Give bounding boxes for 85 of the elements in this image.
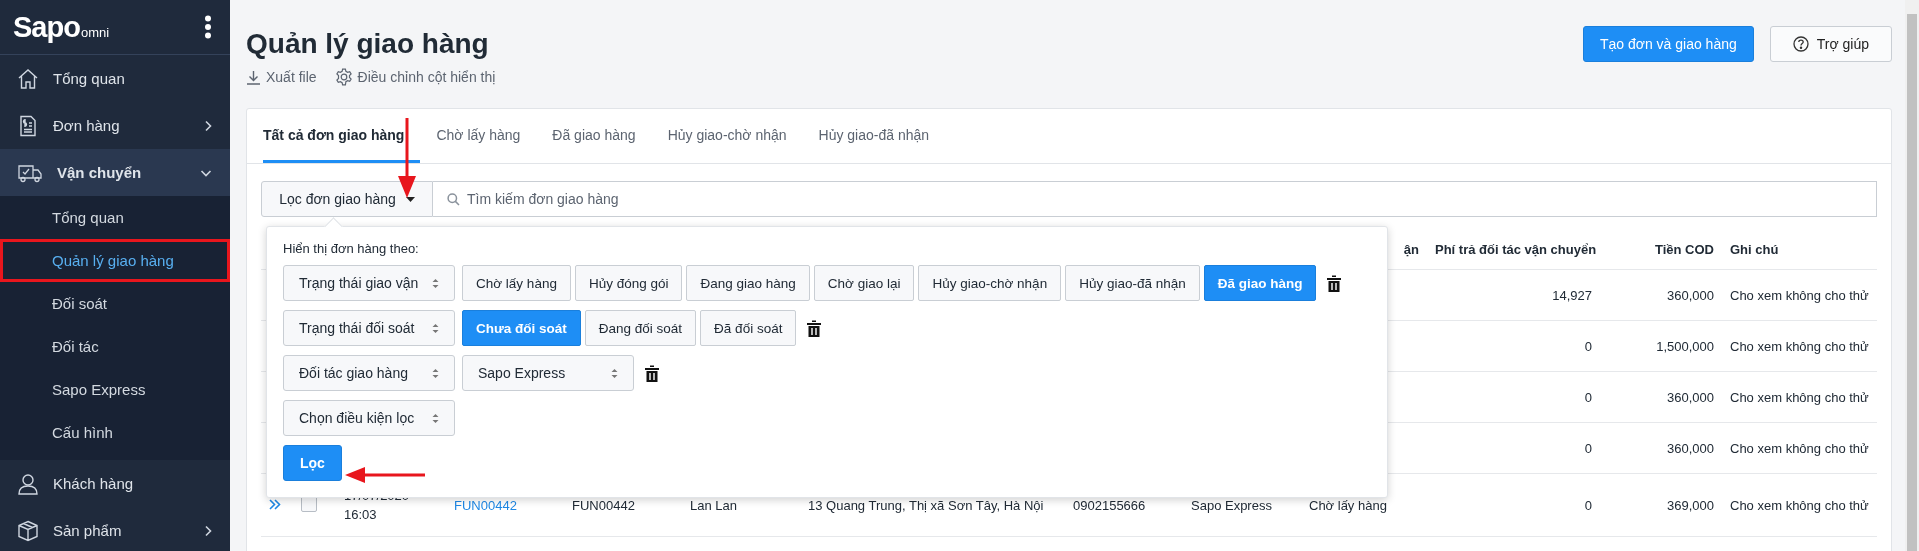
sort-arrows-icon	[611, 367, 618, 379]
filter-chip[interactable]: Chờ lấy hàng	[462, 265, 571, 301]
filter-chip[interactable]: Hủy đóng gói	[574, 265, 683, 301]
table-cell: Cho xem không cho thử	[1730, 497, 1869, 513]
table-cell: 0	[1584, 389, 1592, 405]
user-icon	[17, 472, 39, 495]
table-cell: 360,000	[1667, 389, 1714, 405]
table-cell: Lan Lan	[690, 497, 737, 513]
chevron-down-icon	[200, 168, 212, 177]
condition-select[interactable]: Trạng thái giao vận	[283, 265, 455, 301]
expand-icon[interactable]	[269, 498, 281, 510]
column-header: Ghi chú	[1730, 241, 1779, 257]
nav-item[interactable]: Tổng quan	[0, 55, 230, 102]
table-cell: Sapo Express	[1191, 497, 1272, 513]
popup-heading: Hiển thị đơn hàng theo:	[283, 241, 420, 256]
tab[interactable]: Chờ lấy hàng	[436, 109, 537, 163]
table-cell: 369,000	[1667, 497, 1714, 513]
sort-arrows-icon	[432, 277, 439, 289]
table-cell: Cho xem không cho thử	[1730, 338, 1869, 354]
table-cell: Chờ lấy hàng	[1309, 497, 1387, 513]
trash-icon[interactable]	[645, 364, 659, 382]
filter-chip[interactable]: Đã đối soát	[700, 310, 797, 346]
tab[interactable]: Hủy giao-chờ nhận	[667, 109, 803, 163]
caret-icon	[405, 196, 415, 202]
column-header: Phí trả đối tác vận chuyển	[1435, 241, 1597, 257]
table-cell: 0902155666	[1073, 497, 1146, 513]
chevron-right-icon	[204, 524, 212, 537]
nav-item[interactable]: Vận chuyển	[0, 149, 230, 196]
column-header: ận	[1403, 241, 1419, 257]
table-cell: 360,000	[1667, 440, 1714, 456]
nav-item[interactable]: Khách hàng	[0, 460, 230, 507]
filter-chip[interactable]: Chờ giao lại	[813, 265, 915, 301]
tab[interactable]: Hủy giao-đã nhận	[818, 109, 946, 163]
condition-select[interactable]: Đối tác giao hàng	[283, 355, 455, 391]
box-icon	[17, 519, 39, 542]
filter-chip[interactable]: Hủy giao-đã nhận	[1065, 265, 1200, 301]
toolbar-link[interactable]: Điều chỉnh cột hiển thị	[334, 68, 496, 86]
more-icon[interactable]	[204, 15, 212, 39]
trash-icon[interactable]	[807, 319, 822, 337]
condition-select[interactable]: Chọn điều kiện lọc	[283, 400, 455, 436]
table-cell: 0	[1584, 440, 1592, 456]
trash-icon[interactable]	[1327, 274, 1342, 292]
nav-item[interactable]: Đơn hàng	[0, 102, 230, 149]
nav-subitem[interactable]: Tổng quan	[0, 196, 230, 239]
filter-dropdown[interactable]: Lọc đơn giao hàng	[261, 181, 433, 217]
chevron-right-icon	[204, 119, 212, 132]
invoice-icon	[17, 114, 39, 137]
help-icon	[1792, 36, 1809, 52]
table-cell: 360,000	[1667, 287, 1714, 303]
nav-subitem[interactable]: Quản lý giao hàng	[0, 239, 230, 282]
column-header: Tiền COD	[1655, 241, 1714, 257]
filter-chip[interactable]: Hủy giao-chờ nhận	[918, 265, 1062, 301]
table-cell: 0	[1584, 338, 1592, 354]
sort-arrows-icon	[432, 367, 439, 379]
filter-chip[interactable]: Đang giao hàng	[686, 265, 810, 301]
table-cell: Cho xem không cho thử	[1730, 389, 1869, 405]
nav-item[interactable]: Sản phẩm	[0, 507, 230, 551]
logo[interactable]: Sapoomni	[13, 10, 110, 44]
table-cell: Cho xem không cho thử	[1730, 287, 1869, 303]
nav-subitem[interactable]: Đối soát	[0, 282, 230, 325]
sort-arrows-icon	[432, 412, 439, 424]
download-icon	[246, 69, 261, 85]
table-cell: 1,500,000	[1656, 338, 1714, 354]
filter-chip[interactable]: Đang đối soát	[584, 310, 697, 346]
value-select[interactable]: Sapo Express	[462, 355, 634, 391]
table-cell: Cho xem không cho thử	[1730, 440, 1869, 456]
search-field[interactable]: Tìm kiếm đơn giao hàng	[433, 181, 1877, 217]
home-icon	[17, 67, 39, 90]
settings-icon	[334, 68, 353, 86]
condition-select[interactable]: Trạng thái đối soát	[283, 310, 455, 346]
table-cell: FUN00442	[572, 497, 635, 513]
table-cell: 14,927	[1552, 287, 1592, 303]
table-cell: 0	[1584, 497, 1592, 513]
help-button[interactable]: Trợ giúp	[1769, 26, 1892, 62]
tab[interactable]: Đã giao hàng	[552, 109, 652, 163]
tab[interactable]: Tất cả đơn giao hàng	[263, 109, 421, 163]
nav-subitem[interactable]: Đối tác	[0, 325, 230, 368]
page-title: Quản lý giao hàng	[246, 28, 490, 60]
sort-arrows-icon	[432, 322, 439, 334]
scrollbar[interactable]	[1905, 0, 1919, 551]
nav-subitem[interactable]: Cấu hình	[0, 411, 230, 454]
nav-subitem[interactable]: Sapo Express	[0, 368, 230, 411]
order-link[interactable]: FUN00442	[454, 497, 517, 513]
table-cell: 13 Quang Trung, Thị xã Sơn Tây, Hà Nội	[808, 497, 1044, 513]
toolbar-link[interactable]: Xuất file	[246, 68, 317, 86]
